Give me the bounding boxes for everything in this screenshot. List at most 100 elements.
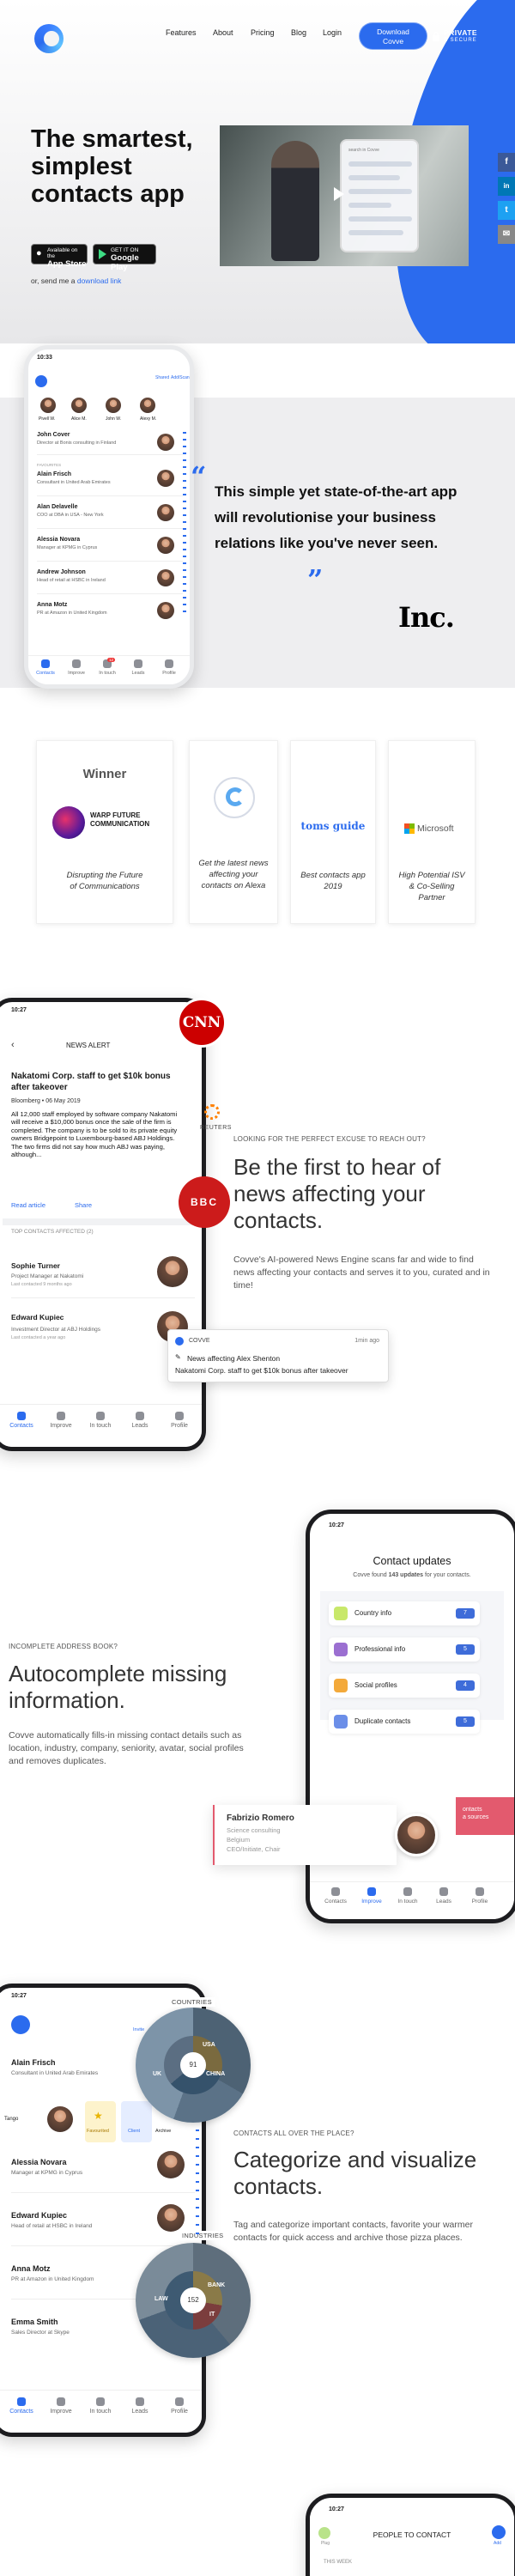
tab-contacts[interactable]: Contacts: [4, 1412, 39, 1429]
nav-blog[interactable]: Blog: [291, 28, 306, 37]
warp-logo-line1: WARP FUTURE: [90, 811, 141, 819]
affected-label: TOP CONTACTS AFFECTED (2): [11, 1229, 94, 1235]
tab-in-touch[interactable]: In touch: [83, 2397, 118, 2415]
alexa-icon: [214, 777, 255, 818]
add-scan-action[interactable]: Add/Scan: [171, 375, 190, 380]
send-download-link[interactable]: download link: [77, 276, 122, 285]
invite-action[interactable]: Invite: [133, 2027, 144, 2032]
side-card-line1: ontacts: [463, 1807, 482, 1813]
chip-archive[interactable]: Archive: [155, 2129, 171, 2134]
award-winner-heading: Winner: [82, 767, 127, 781]
tab-improve[interactable]: Improve: [354, 1887, 389, 1905]
tab-bar: Contacts Improve In touch Leads Profile: [0, 2390, 202, 2433]
inc-logo: Inc.: [398, 601, 455, 634]
countries-wheel[interactable]: 91 USA UK CHINA: [136, 2008, 251, 2123]
tab-leads[interactable]: Leads: [121, 659, 155, 676]
play-icon[interactable]: [334, 187, 344, 201]
segment-uk: UK: [153, 2071, 162, 2077]
share-link[interactable]: Share: [75, 1201, 92, 1209]
segment-usa: USA: [203, 2042, 215, 2048]
news-notification-toast[interactable]: COVVE 1min ago ✎ News affecting Alex She…: [167, 1329, 389, 1382]
tab-improve[interactable]: Improve: [44, 2397, 78, 2415]
tab-in-touch[interactable]: In touch: [83, 1412, 118, 1429]
press-quote: This simple yet state-of-the-art app wil…: [215, 483, 457, 551]
update-row-country[interactable]: Country info 7: [329, 1601, 480, 1625]
download-label-1: Download: [377, 27, 409, 36]
plug-label: Plug: [321, 2541, 330, 2546]
twitter-share-icon[interactable]: t: [498, 201, 515, 220]
nav-features[interactable]: Features: [166, 28, 197, 37]
back-icon[interactable]: ‹: [11, 1040, 15, 1050]
phone-time: 10:27: [329, 1522, 344, 1528]
contact-updates-subtitle: Covve found 143 updates for your contact…: [353, 1572, 471, 1578]
private-secure-badge[interactable]: PRIVATE & SECURE: [444, 29, 477, 45]
tab-profile[interactable]: Profile: [463, 1887, 497, 1905]
side-card-line2: a sources: [463, 1814, 489, 1820]
covve-logo[interactable]: [34, 24, 64, 53]
toast-line-1: News affecting Alex Shenton: [187, 1354, 281, 1363]
phone-time: 10:27: [11, 1993, 27, 1999]
warp-logo-icon: [52, 806, 85, 839]
linkedin-share-icon[interactable]: in: [498, 177, 515, 196]
tab-contacts[interactable]: Contacts: [28, 659, 63, 676]
tab-in-touch[interactable]: In touch: [90, 659, 124, 676]
news-source-date: Bloomberg • 06 May 2019: [11, 1098, 81, 1104]
award-card-alexa: Get the latest news affecting your conta…: [189, 740, 278, 924]
hero-title: The smartest, simplest contacts app: [31, 125, 193, 208]
tab-contacts[interactable]: Contacts: [318, 1887, 353, 1905]
nav-pricing[interactable]: Pricing: [251, 28, 275, 37]
chip-tango[interactable]: Tango: [4, 2117, 18, 2122]
warp-logo-line2: COMMUNICATION: [90, 820, 150, 828]
tab-profile[interactable]: Profile: [162, 2397, 197, 2415]
nav-about[interactable]: About: [213, 28, 233, 37]
people-to-contact-title: PEOPLE TO CONTACT: [373, 2530, 451, 2539]
download-covve-button[interactable]: Download Covve: [359, 22, 427, 50]
tab-in-touch[interactable]: In touch: [391, 1887, 425, 1905]
search-icon[interactable]: [35, 375, 47, 387]
hero-video[interactable]: search in Covve: [220, 125, 469, 266]
tab-improve[interactable]: Improve: [59, 659, 94, 676]
section-label: FAVOURITES: [37, 463, 62, 467]
tab-contacts[interactable]: Contacts: [4, 2397, 39, 2415]
contact-profile-card[interactable]: Fabrizio Romero Science consulting Belgi…: [213, 1805, 438, 1865]
toast-link-icon: ✎: [175, 1353, 181, 1361]
tab-improve[interactable]: Improve: [44, 1412, 78, 1429]
video-search-text: search in Covve: [348, 148, 379, 153]
tab-profile[interactable]: Profile: [162, 1412, 197, 1429]
google-play-badge[interactable]: GET IT ON Google Play: [93, 244, 156, 272]
facebook-share-icon[interactable]: f: [498, 153, 515, 172]
contacts-phone: 10:33 Shared Add/Scan Pivell W. Alice M.…: [24, 345, 194, 689]
nav-login[interactable]: Login: [323, 28, 342, 37]
tab-leads[interactable]: Leads: [123, 2397, 157, 2415]
alphabet-index[interactable]: [183, 432, 186, 612]
shared-action[interactable]: Shared: [155, 375, 169, 380]
tab-profile[interactable]: Profile: [152, 659, 186, 676]
chip-client[interactable]: Client: [128, 2129, 140, 2134]
tab-leads[interactable]: Leads: [123, 1412, 157, 1429]
app-store-small: Available on the: [47, 247, 78, 259]
add-icon[interactable]: [492, 2525, 506, 2539]
update-row-duplicates[interactable]: Duplicate contacts 5: [329, 1710, 480, 1734]
card-line-2: Belgium: [227, 1836, 251, 1844]
industries-wheel[interactable]: 152 BANK LAW IT: [136, 2243, 251, 2358]
email-share-icon[interactable]: ✉: [498, 225, 515, 244]
chip-favourited[interactable]: Favourited: [87, 2129, 109, 2134]
reuters-logo: REUTERS: [200, 1125, 232, 1131]
briefcase-icon: [334, 1643, 348, 1656]
hero-section: Features About Pricing Blog Login Downlo…: [0, 0, 515, 343]
search-icon[interactable]: [11, 2015, 30, 2034]
categorize-heading: Categorize and visualize contacts.: [233, 2147, 477, 2199]
alphabet-index[interactable]: [196, 2129, 199, 2241]
app-store-badge[interactable]: ● Available on the App Store: [31, 244, 88, 269]
news-headline: Nakatomi Corp. staff to get $10k bonus a…: [11, 1072, 171, 1092]
microsoft-logo-text: Microsoft: [417, 823, 454, 834]
tab-bar: Contacts Improve In touch Leads Profile …: [28, 655, 190, 684]
update-row-social[interactable]: Social profiles 4: [329, 1674, 480, 1698]
tab-bar: Contacts Improve In touch Leads Profile: [310, 1881, 514, 1919]
read-article-link[interactable]: Read article: [11, 1201, 45, 1209]
autocomplete-eyebrow: INCOMPLETE ADDRESS BOOK?: [9, 1643, 118, 1650]
update-row-professional[interactable]: Professional info 5: [329, 1637, 480, 1662]
segment-it: IT: [209, 2312, 215, 2318]
tab-leads[interactable]: Leads: [427, 1887, 461, 1905]
private-label: PRIVATE: [444, 28, 478, 37]
